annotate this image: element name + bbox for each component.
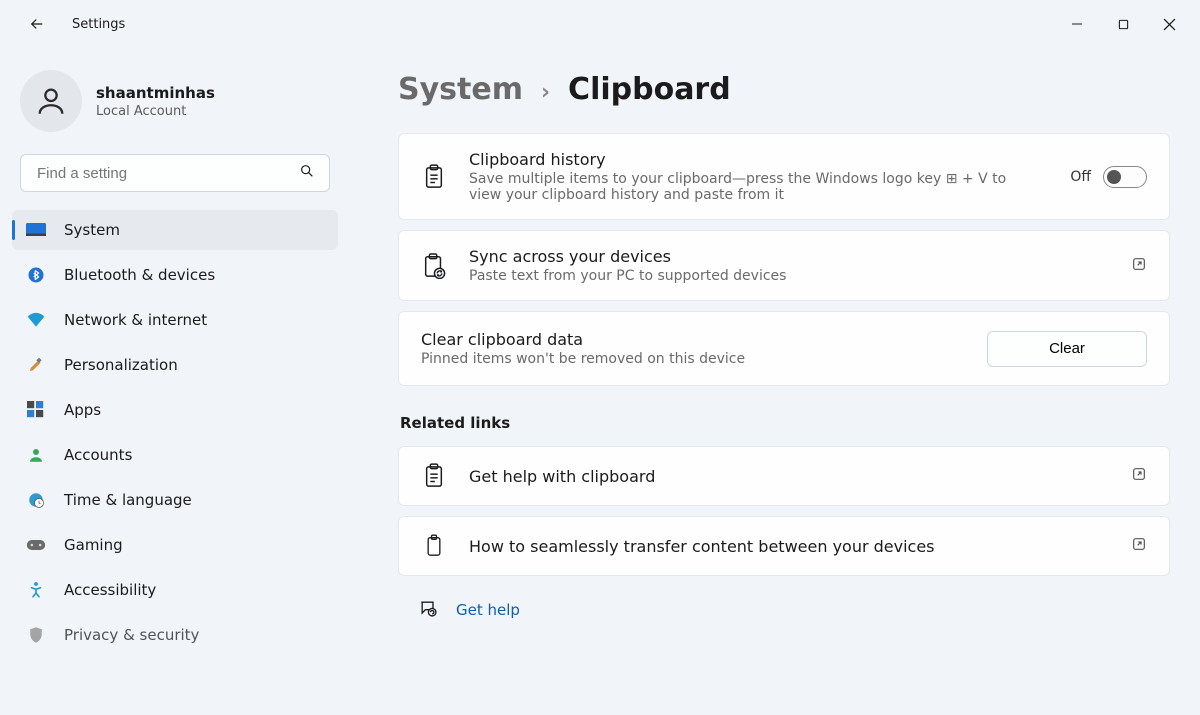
sidebar-item-personalization[interactable]: Personalization [12, 345, 338, 385]
bluetooth-icon [26, 265, 46, 285]
sidebar-item-label: Accessibility [64, 581, 156, 599]
clipboard-sync-icon [421, 253, 447, 279]
help-icon [418, 598, 438, 622]
search-input[interactable] [35, 164, 299, 183]
related-links-heading: Related links [400, 414, 1170, 432]
sidebar-item-label: System [64, 221, 120, 239]
related-link-label: How to seamlessly transfer content betwe… [469, 537, 1109, 556]
gamepad-icon [26, 535, 46, 555]
card-clear-clipboard: Clear clipboard data Pinned items won't … [398, 311, 1170, 386]
arrow-left-icon [28, 15, 46, 33]
minimize-icon [1071, 18, 1083, 30]
clipboard-icon [421, 463, 447, 489]
sidebar-item-apps[interactable]: Apps [12, 390, 338, 430]
card-title: Sync across your devices [469, 247, 1109, 266]
titlebar: Settings [0, 0, 1200, 48]
sidebar-item-label: Network & internet [64, 311, 207, 329]
sidebar: shaantminhas Local Account System [0, 48, 350, 715]
open-external-icon [1131, 536, 1147, 556]
toggle-label: Off [1070, 169, 1091, 185]
wifi-icon [26, 310, 46, 330]
main-content: System › Clipboard Clipboard history Sav… [350, 48, 1200, 715]
clear-button[interactable]: Clear [987, 331, 1147, 367]
get-help-link[interactable]: Get help [418, 598, 1170, 622]
sidebar-item-privacy[interactable]: Privacy & security [12, 615, 338, 655]
card-subtitle: Paste text from your PC to supported dev… [469, 268, 1029, 284]
minimize-button[interactable] [1054, 8, 1100, 40]
card-title: Clear clipboard data [421, 330, 965, 349]
maximize-icon [1118, 19, 1129, 30]
back-button[interactable] [20, 7, 54, 41]
open-external-icon [1131, 466, 1147, 486]
search-box[interactable] [20, 154, 330, 192]
sidebar-item-network[interactable]: Network & internet [12, 300, 338, 340]
app-title: Settings [72, 17, 125, 32]
page-title: Clipboard [568, 72, 731, 107]
breadcrumb-root[interactable]: System [398, 72, 523, 107]
related-link-label: Get help with clipboard [469, 467, 1109, 486]
sidebar-item-gaming[interactable]: Gaming [12, 525, 338, 565]
sidebar-item-label: Personalization [64, 356, 178, 374]
profile-block[interactable]: shaantminhas Local Account [0, 60, 350, 142]
sidebar-item-label: Bluetooth & devices [64, 266, 215, 284]
card-subtitle: Pinned items won't be removed on this de… [421, 351, 965, 367]
account-icon [26, 445, 46, 465]
accessibility-icon [26, 580, 46, 600]
shield-icon [26, 625, 46, 645]
open-external-icon [1131, 256, 1147, 276]
brush-icon [26, 355, 46, 375]
clipboard-icon [421, 164, 447, 190]
monitor-icon [26, 220, 46, 240]
chevron-right-icon: › [541, 80, 550, 105]
card-clipboard-history: Clipboard history Save multiple items to… [398, 133, 1170, 220]
card-subtitle: Save multiple items to your clipboard—pr… [469, 171, 1029, 203]
card-sync-devices[interactable]: Sync across your devices Paste text from… [398, 230, 1170, 301]
avatar [20, 70, 82, 132]
window-captions [1054, 8, 1192, 40]
sidebar-item-label: Gaming [64, 536, 123, 554]
close-icon [1163, 18, 1176, 31]
sidebar-item-time[interactable]: Time & language [12, 480, 338, 520]
related-link-help-clipboard[interactable]: Get help with clipboard [398, 446, 1170, 506]
person-icon [34, 84, 68, 118]
sidebar-item-accessibility[interactable]: Accessibility [12, 570, 338, 610]
sidebar-item-label: Accounts [64, 446, 132, 464]
close-button[interactable] [1146, 8, 1192, 40]
user-subtitle: Local Account [96, 104, 215, 119]
sidebar-item-label: Time & language [64, 491, 192, 509]
card-title: Clipboard history [469, 150, 1048, 169]
related-link-transfer-content[interactable]: How to seamlessly transfer content betwe… [398, 516, 1170, 576]
breadcrumb: System › Clipboard [398, 72, 1170, 107]
maximize-button[interactable] [1100, 8, 1146, 40]
get-help-label: Get help [456, 601, 520, 619]
user-name: shaantminhas [96, 84, 215, 102]
apps-icon [26, 400, 46, 420]
search-icon [299, 163, 315, 183]
sidebar-item-label: Privacy & security [64, 626, 199, 644]
sidebar-item-bluetooth[interactable]: Bluetooth & devices [12, 255, 338, 295]
clipboard-outline-icon [421, 533, 447, 559]
clipboard-history-toggle[interactable] [1103, 166, 1147, 188]
sidebar-nav: System Bluetooth & devices Network & int… [12, 210, 338, 655]
globe-clock-icon [26, 490, 46, 510]
sidebar-item-label: Apps [64, 401, 101, 419]
sidebar-item-system[interactable]: System [12, 210, 338, 250]
sidebar-item-accounts[interactable]: Accounts [12, 435, 338, 475]
